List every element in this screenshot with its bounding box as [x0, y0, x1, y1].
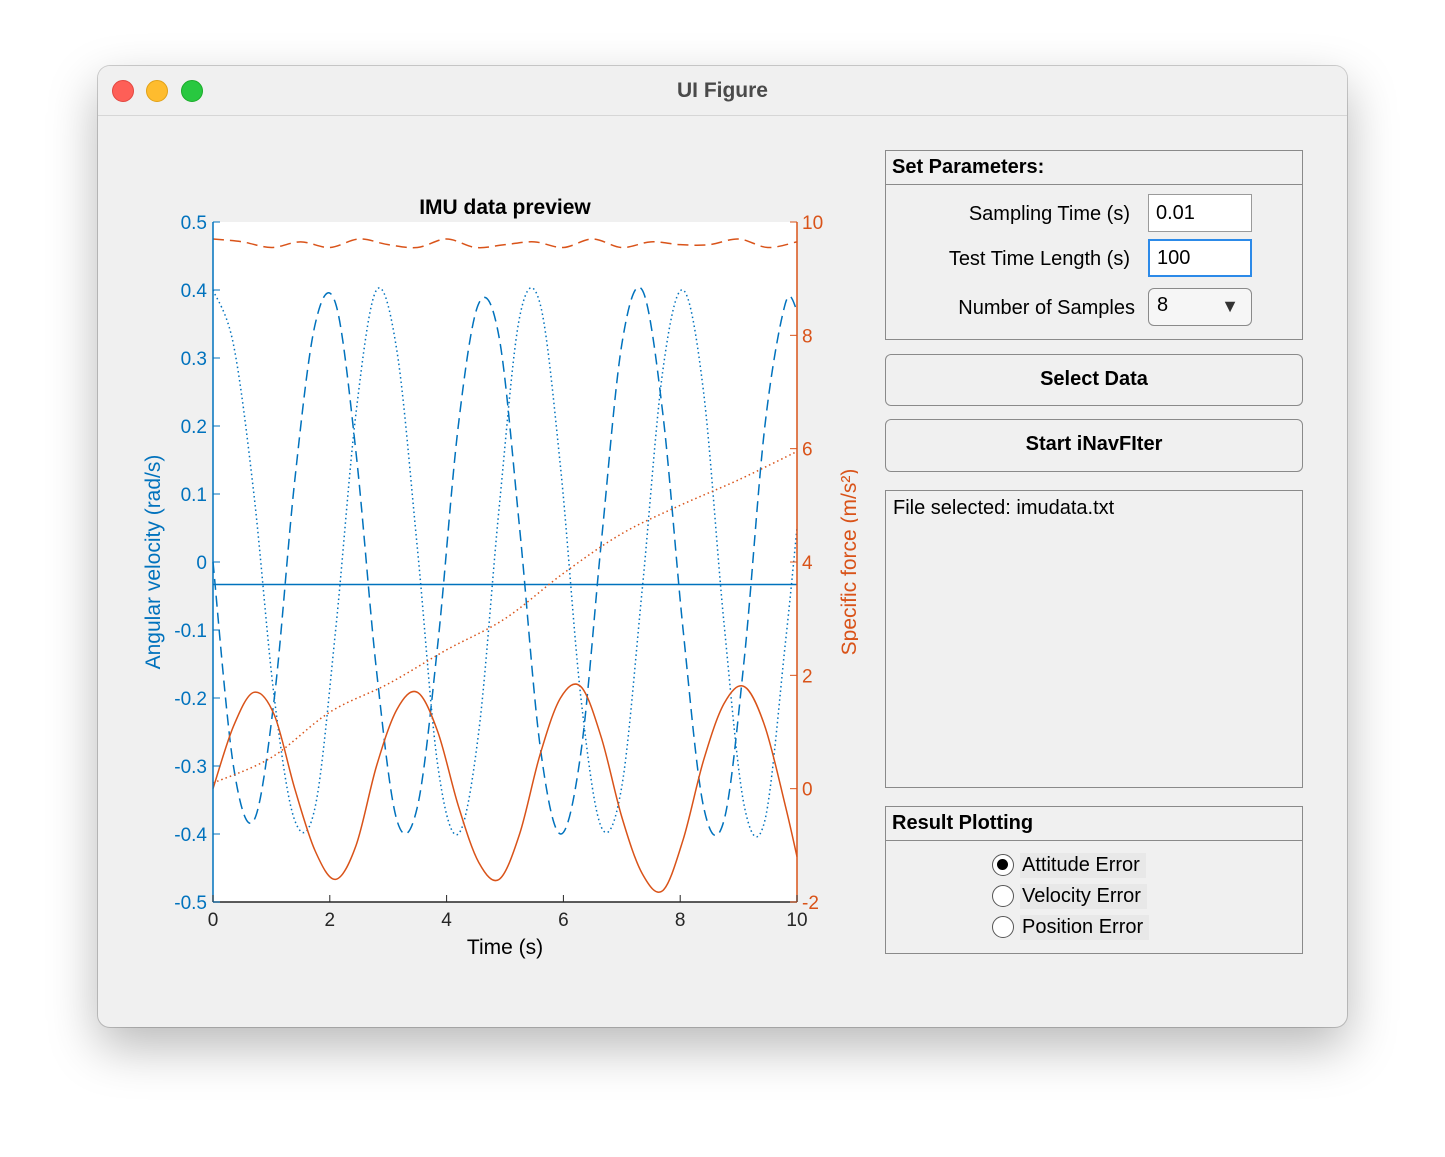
x-tick-label: 8	[675, 910, 686, 931]
right-y-tick-label: -2	[802, 893, 819, 914]
left-y-tick-label: 0.3	[181, 349, 207, 370]
x-axis-label: Time (s)	[467, 936, 543, 959]
x-tick-label: 6	[558, 910, 569, 931]
x-tick-label: 0	[208, 910, 219, 931]
number-of-samples-label: Number of Samples	[958, 297, 1135, 319]
radio-unselected-icon[interactable]	[992, 916, 1014, 938]
plot-area	[213, 222, 797, 902]
left-y-tick-label: -0.4	[174, 825, 207, 846]
right-y-tick-label: 6	[802, 440, 813, 461]
radio-selected-icon[interactable]	[992, 854, 1014, 876]
position-error-label: Position Error	[1020, 914, 1150, 940]
right-y-tick-label: 2	[802, 666, 813, 687]
left-axis-label: Angular velocity (rad/s)	[142, 455, 165, 670]
right-axis-label: Specific force (m/s²)	[838, 469, 858, 656]
set-parameters-panel: Set Parameters: Sampling Time (s) Test T…	[885, 150, 1303, 340]
number-of-samples-value: 8	[1157, 294, 1169, 316]
left-y-tick-label: 0.4	[181, 281, 208, 302]
left-y-tick-label: 0	[196, 553, 207, 574]
left-y-tick-label: -0.5	[174, 893, 207, 914]
velocity-error-label: Velocity Error	[1020, 883, 1147, 909]
test-time-length-label: Test Time Length (s)	[948, 248, 1130, 270]
velocity-error-radio[interactable]: Velocity Error	[992, 882, 1147, 910]
chart-title: IMU data preview	[419, 196, 591, 219]
ui-figure-window: UI Figure 0 2 4 6 8 10 0.5 0.4 0.3 0.2 0.1 0 -0.1 -0.…	[98, 66, 1347, 1027]
left-y-tick-label: -0.3	[174, 757, 207, 778]
start-inavfilter-button[interactable]: Start iNavFIter	[885, 419, 1303, 472]
right-y-tick-label: 10	[802, 213, 823, 234]
left-y-tick-label: 0.5	[181, 213, 207, 234]
result-plotting-title: Result Plotting	[886, 807, 1302, 841]
status-text-area[interactable]: File selected: imudata.txt	[885, 490, 1303, 788]
left-y-tick-label: -0.2	[174, 689, 207, 710]
attitude-error-label: Attitude Error	[1020, 852, 1146, 878]
x-tick-label: 2	[325, 910, 336, 931]
attitude-error-radio[interactable]: Attitude Error	[992, 851, 1146, 879]
sampling-time-label: Sampling Time (s)	[968, 203, 1130, 225]
set-parameters-title: Set Parameters:	[886, 151, 1302, 185]
right-y-tick-label: 4	[802, 553, 813, 574]
chevron-down-icon: ▼	[1221, 296, 1239, 316]
number-of-samples-dropdown[interactable]: 8 ▼	[1148, 288, 1252, 326]
imu-preview-chart: 0 2 4 6 8 10 0.5 0.4 0.3 0.2 0.1 0 -0.1 -0.2 -0.3 -0.4 -…	[142, 196, 858, 959]
right-y-tick-label: 8	[802, 326, 813, 347]
file-selected-text: File selected: imudata.txt	[893, 497, 1115, 519]
right-y-tick-label: 0	[802, 780, 813, 801]
select-data-button[interactable]: Select Data	[885, 354, 1303, 406]
left-y-tick-label: 0.1	[181, 485, 207, 506]
test-time-length-input[interactable]	[1148, 239, 1252, 277]
position-error-radio[interactable]: Position Error	[992, 913, 1150, 941]
sampling-time-input[interactable]	[1148, 194, 1252, 232]
left-y-tick-label: -0.1	[174, 621, 207, 642]
result-plotting-panel: Result Plotting Attitude Error Velocity …	[885, 806, 1303, 954]
radio-unselected-icon[interactable]	[992, 885, 1014, 907]
left-y-tick-label: 0.2	[181, 417, 207, 438]
x-tick-label: 4	[441, 910, 452, 931]
